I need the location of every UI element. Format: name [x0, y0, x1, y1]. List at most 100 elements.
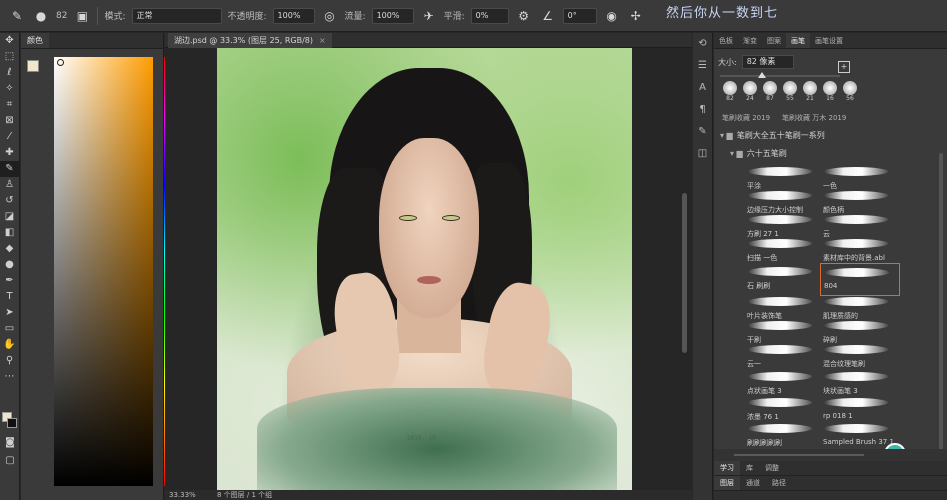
brushes-scrollbar[interactable] [939, 153, 943, 453]
recent-brush[interactable]: 21 [802, 81, 818, 102]
brush-preset-picker-icon[interactable]: ● [32, 9, 50, 23]
tab-brush-settings[interactable]: 画笔设置 [810, 33, 848, 48]
recent-brush[interactable]: 56 [842, 81, 858, 102]
tab-adjustments[interactable]: 调整 [759, 461, 785, 475]
recent-brush[interactable]: 87 [762, 81, 778, 102]
close-icon[interactable]: × [319, 36, 326, 45]
path-select-tool-icon[interactable]: ➤ [0, 305, 19, 321]
brush-size-input[interactable]: 82 像素 [741, 55, 794, 69]
quick-mask-icon[interactable]: ◙ [0, 435, 20, 451]
history-panel-icon[interactable]: ⟲ [693, 33, 712, 55]
color-picker-marker[interactable] [57, 59, 64, 66]
opacity-input[interactable]: 100% [272, 7, 315, 24]
quick-select-tool-icon[interactable]: ✧ [0, 81, 19, 97]
brush-item-selected[interactable]: 804 [820, 263, 900, 296]
pressure-size-icon[interactable]: ◉ [603, 9, 621, 23]
dodge-tool-icon[interactable]: ● [0, 257, 19, 273]
recent-group-name[interactable]: 笔刷收藏 2019 [722, 113, 770, 123]
shape-tool-icon[interactable]: ▭ [0, 321, 19, 337]
tab-swatches[interactable]: 色板 [714, 33, 738, 48]
background-color-swatch[interactable] [7, 418, 17, 428]
angle-icon: ∠ [542, 8, 554, 23]
tab-color[interactable]: 颜色 [21, 33, 49, 48]
smoothing-input[interactable]: 0% [470, 7, 509, 24]
properties-panel-icon[interactable]: ☰ [693, 55, 712, 77]
brushes-panel-tabs: 色板 渐变 图案 画笔 画笔设置 [714, 33, 947, 49]
new-brush-icon[interactable]: + [838, 61, 850, 73]
smoothing-options-gear-icon[interactable]: ⚙ [515, 9, 533, 23]
tab-patterns[interactable]: 图案 [762, 33, 786, 48]
character-panel-icon[interactable]: A [693, 77, 712, 99]
saturation-brightness-field[interactable] [54, 57, 153, 486]
flow-label: 流量: [344, 12, 366, 22]
brush-tool-icon[interactable]: ✎ [0, 161, 19, 177]
brush-stroke-preview [824, 321, 888, 330]
hand-tool-icon[interactable]: ✋ [0, 337, 19, 353]
tab-brushes[interactable]: 画笔 [786, 33, 810, 48]
clone-stamp-tool-icon[interactable]: ♙ [0, 177, 19, 193]
tab-layers[interactable]: 图层 [714, 476, 740, 490]
mode-select[interactable]: 正常 [131, 7, 222, 24]
flow-input[interactable]: 100% [371, 7, 414, 24]
pressure-opacity-icon[interactable]: ◎ [321, 9, 339, 23]
brush-tool-icon[interactable]: ✎ [8, 9, 26, 23]
recent-group-name[interactable]: 笔刷收藏 万木 2019 [782, 113, 846, 123]
frame-tool-icon[interactable]: ⊠ [0, 113, 19, 129]
zoom-level[interactable]: 33.33% [169, 490, 196, 500]
brush-size-slider[interactable] [720, 72, 840, 78]
eraser-tool-icon[interactable]: ◪ [0, 209, 19, 225]
recent-brush[interactable]: 82 [722, 81, 738, 102]
tab-libraries[interactable]: 库 [740, 461, 759, 475]
tab-paths[interactable]: 路径 [766, 476, 792, 490]
recent-brush[interactable]: 24 [742, 81, 758, 102]
angle-input[interactable]: 0° [562, 7, 597, 24]
symmetry-icon[interactable]: ✢ [627, 9, 645, 23]
brush-size-readout: 82 [56, 10, 68, 21]
brush-stroke-preview [748, 239, 812, 248]
document-tabbar: 湖边.psd @ 33.3% (图层 25, RGB/8) × [165, 33, 692, 48]
lasso-tool-icon[interactable]: ℓ [0, 65, 19, 81]
recent-brush-size: 56 [846, 95, 854, 102]
slider-knob[interactable] [758, 72, 766, 78]
history-brush-tool-icon[interactable]: ↺ [0, 193, 19, 209]
zoom-tool-icon[interactable]: ⚲ [0, 353, 19, 369]
color-panel: 颜色 [21, 33, 176, 500]
brush-stroke-preview [748, 345, 812, 354]
color-panel-foreground-swatch[interactable] [27, 60, 39, 72]
tab-gradients[interactable]: 渐变 [738, 33, 762, 48]
brush-settings-panel-icon[interactable]: ✎ [693, 121, 712, 143]
brush-item[interactable]: 石 刷刷 [744, 263, 824, 296]
move-tool-icon[interactable]: ✥ [0, 33, 19, 49]
preview-size-slider[interactable] [734, 454, 864, 456]
navigator-panel-icon[interactable]: ◫ [693, 143, 712, 165]
type-tool-icon[interactable]: T [0, 289, 19, 305]
canvas-artwork[interactable]: 2019. 10 [217, 48, 632, 490]
screen-mode-icon[interactable]: ▢ [0, 453, 20, 469]
document-tab[interactable]: 湖边.psd @ 33.3% (图层 25, RGB/8) × [168, 33, 332, 48]
gradient-tool-icon[interactable]: ◧ [0, 225, 19, 241]
tab-channels[interactable]: 通道 [740, 476, 766, 490]
recent-brush-size: 16 [826, 95, 834, 102]
brush-tip-icon [843, 81, 857, 95]
canvas-vertical-scrollbar[interactable] [682, 193, 687, 353]
document-info[interactable]: 8 个图层 / 1 个组 [217, 490, 272, 500]
pen-tool-icon[interactable]: ✒ [0, 273, 19, 289]
recent-brush-size: 87 [766, 95, 774, 102]
recent-brush[interactable]: 55 [782, 81, 798, 102]
paragraph-panel-icon[interactable]: ¶ [693, 99, 712, 121]
tab-learn[interactable]: 学习 [714, 461, 740, 475]
panel-dock: ⟲ ☰ A ¶ ✎ ◫ [693, 33, 713, 500]
crop-tool-icon[interactable]: ⌗ [0, 97, 19, 113]
video-subtitle: 然后你从一数到七 [666, 6, 779, 21]
eyedropper-tool-icon[interactable]: ⁄ [0, 129, 19, 145]
brush-settings-toggle-icon[interactable]: ▣ [73, 9, 91, 23]
more-tools-icon[interactable]: ⋯ [0, 369, 19, 385]
artwork-signature: 2019. 10 [407, 435, 436, 442]
brush-folder-sub[interactable]: ▾ ▆ 六十五笔刷 [730, 148, 787, 159]
airbrush-icon[interactable]: ✈ [420, 9, 438, 23]
marquee-tool-icon[interactable]: ⬚ [0, 49, 19, 65]
brush-folder-main[interactable]: ▾ ▆ 笔刷大全五十笔刷一系列 [720, 130, 825, 141]
healing-tool-icon[interactable]: ✚ [0, 145, 19, 161]
blur-tool-icon[interactable]: ◆ [0, 241, 19, 257]
recent-brush[interactable]: 16 [822, 81, 838, 102]
